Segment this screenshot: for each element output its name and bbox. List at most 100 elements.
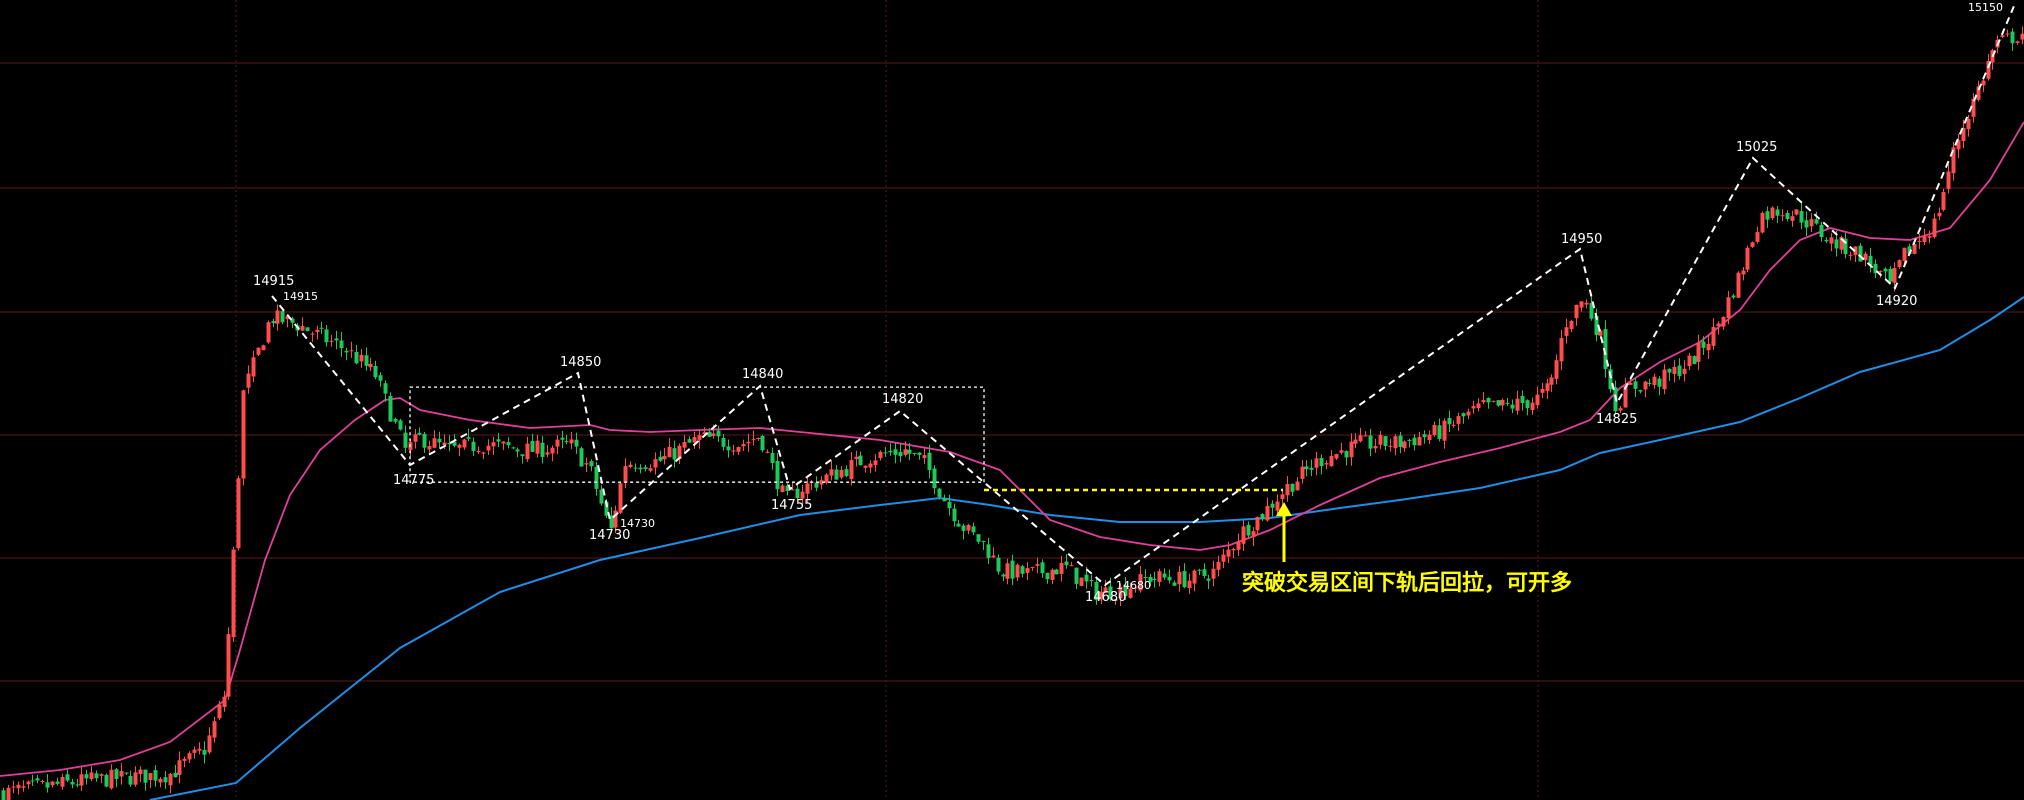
- candle-body-29: [143, 769, 148, 783]
- candle-body-168: [824, 474, 829, 483]
- candle-body-73: [359, 354, 364, 362]
- candle-body-341: [1672, 367, 1677, 374]
- candle-body-49: [241, 390, 246, 479]
- candle-body-251: [1231, 548, 1236, 551]
- candle-body-34: [168, 774, 173, 786]
- candle-body-393: [1927, 236, 1932, 238]
- candle-body-149: [731, 450, 736, 452]
- candle-body-130: [638, 467, 643, 470]
- candle-body-282: [1383, 436, 1388, 446]
- candle-body-28: [138, 769, 143, 775]
- candle-body-44: [217, 704, 222, 719]
- candle-body-295: [1447, 418, 1452, 425]
- candle-body-322: [1579, 301, 1584, 308]
- candle-body-258: [1265, 505, 1270, 521]
- candle-body-152: [746, 441, 751, 444]
- candle-body-48: [236, 478, 241, 549]
- label-14775: 14775: [393, 473, 434, 488]
- candle-body-144: [707, 431, 712, 437]
- candle-body-23: [114, 769, 119, 779]
- candle-body-79: [388, 395, 393, 422]
- candle-body-184: [903, 449, 908, 456]
- candle-body-383: [1878, 270, 1883, 272]
- candle-body-153: [751, 439, 756, 441]
- candle-body-348: [1706, 343, 1711, 351]
- candle-body-178: [873, 460, 878, 466]
- candle-body-336: [1647, 382, 1652, 384]
- candle-body-132: [648, 468, 653, 471]
- candle-body-65: [319, 327, 324, 329]
- candle-body-391: [1917, 240, 1922, 242]
- candle-body-366: [1794, 209, 1799, 215]
- candle-body-141: [692, 437, 697, 443]
- candle-body-334: [1638, 390, 1643, 392]
- candle-body-281: [1378, 435, 1383, 445]
- candle-body-173: [849, 460, 854, 480]
- candle-body-244: [1197, 569, 1202, 571]
- candle-body-52: [256, 347, 261, 355]
- candle-body-254: [1246, 524, 1251, 536]
- candle-body-147: [721, 438, 726, 447]
- candle-body-194: [952, 508, 957, 522]
- candle-body-14: [70, 782, 75, 785]
- label-14850: 14850: [560, 355, 601, 370]
- candle-body-384: [1883, 268, 1888, 272]
- candle-body-166: [814, 482, 819, 488]
- candle-body-408: [2000, 35, 2005, 38]
- candle-body-195: [956, 523, 961, 527]
- candle-body-98: [481, 452, 486, 454]
- candle-body-272: [1334, 454, 1339, 459]
- candle-body-15: [75, 784, 80, 786]
- candle-body-412: [2020, 33, 2024, 40]
- candle-body-308: [1510, 404, 1515, 409]
- candle-body-67: [329, 340, 334, 342]
- candle-body-41: [202, 749, 207, 755]
- candle-body-269: [1319, 458, 1324, 467]
- candle-body-248: [1216, 561, 1221, 570]
- candle-body-388: [1902, 247, 1907, 261]
- candle-body-75: [368, 363, 373, 368]
- candle-body-218: [1069, 565, 1074, 567]
- candle-body-93: [457, 444, 462, 448]
- candle-body-371: [1819, 224, 1824, 238]
- candle-body-86: [422, 433, 427, 448]
- candle-body-300: [1471, 406, 1476, 409]
- candle-body-409: [2005, 33, 2010, 35]
- candlestick-chart: 14915 14915 14775 14850 14730 14730 1484…: [0, 0, 2024, 800]
- candle-body-121: [594, 466, 599, 489]
- candle-body-260: [1275, 501, 1280, 511]
- candle-body-410: [2010, 31, 2015, 44]
- candle-body-380: [1863, 253, 1868, 261]
- candle-body-387: [1897, 260, 1902, 268]
- candle-body-107: [525, 443, 530, 460]
- candle-body-7: [35, 778, 40, 781]
- candle-body-253: [1241, 526, 1246, 544]
- candle-body-22: [109, 769, 114, 789]
- candle-body-31: [153, 770, 158, 781]
- candle-body-205: [1005, 563, 1010, 579]
- candle-body-64: [315, 329, 320, 332]
- candle-body-35: [173, 772, 178, 778]
- candle-body-145: [711, 433, 716, 436]
- candle-body-187: [917, 452, 922, 455]
- candle-body-70: [344, 350, 349, 353]
- candle-body-179: [878, 451, 883, 459]
- candle-body-284: [1393, 436, 1398, 449]
- candle-body-186: [912, 453, 917, 454]
- candle-body-291: [1427, 434, 1432, 440]
- label-14915: 14915: [253, 274, 294, 289]
- candle-body-249: [1221, 554, 1226, 562]
- candle-body-111: [545, 452, 550, 455]
- candle-body-200: [981, 540, 986, 542]
- candle-body-345: [1692, 356, 1697, 365]
- candle-body-63: [310, 333, 315, 335]
- candle-body-268: [1314, 458, 1319, 468]
- label-15025: 15025: [1736, 140, 1777, 155]
- candle-body-316: [1549, 377, 1554, 385]
- candle-body-120: [589, 461, 594, 467]
- candle-body-47: [231, 549, 236, 638]
- candle-body-319: [1564, 327, 1569, 336]
- candle-body-350: [1716, 323, 1721, 326]
- candle-body-115: [564, 441, 569, 443]
- candle-body-349: [1711, 326, 1716, 346]
